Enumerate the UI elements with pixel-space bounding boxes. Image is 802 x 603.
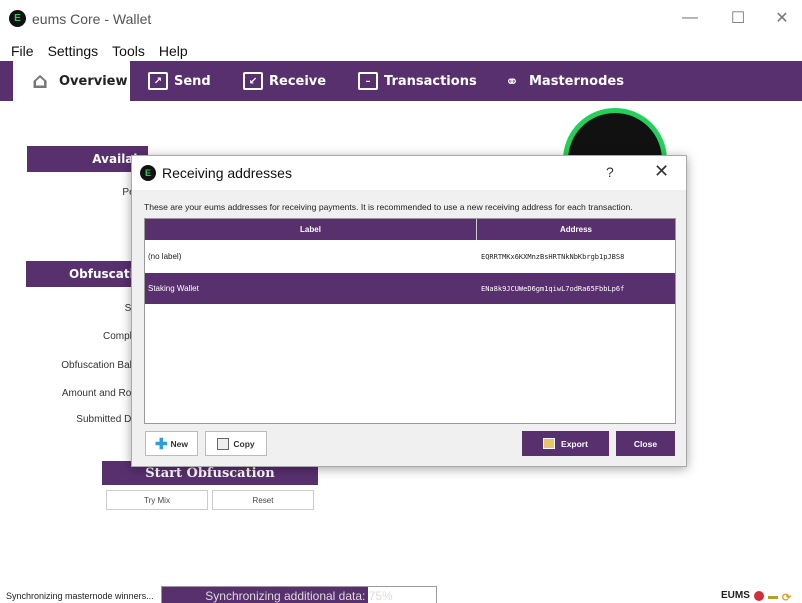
- try-mix-button[interactable]: Try Mix: [106, 490, 208, 510]
- plus-icon: ✚: [154, 435, 168, 453]
- copy-label: Copy: [233, 438, 255, 449]
- column-header-address[interactable]: Address: [477, 219, 675, 240]
- row-address: ENa8k9JCUWeD6gm1qiwL7odRa65FbbLp6f: [481, 284, 625, 293]
- dialog-title-bar: E Receiving addresses ? ✕: [132, 156, 686, 190]
- dialog-logo-icon: E: [140, 165, 156, 181]
- maximize-button[interactable]: ☐: [723, 6, 753, 30]
- progress-text: Synchronizing additional data: 75%: [205, 589, 393, 603]
- currency-unit[interactable]: EUMS: [721, 590, 750, 601]
- address-table: Label Address (no label) EQRRTMKx6KXMnzB…: [144, 218, 676, 424]
- dialog-description: These are your eums addresses for receiv…: [144, 202, 633, 212]
- window-title: eums Core - Wallet: [32, 11, 152, 27]
- connections-icon: [767, 593, 778, 599]
- home-icon: ⌂: [32, 68, 48, 94]
- dialog-title: Receiving addresses: [162, 165, 292, 181]
- export-icon: [543, 438, 556, 449]
- obfuscation-balance-label: Obfuscation Balanc: [61, 360, 148, 371]
- nav-bar: ⌂ Overview ↗ Send ↙ Receive – Transactio…: [0, 61, 802, 101]
- tab-send[interactable]: ↗ Send: [148, 61, 211, 101]
- receiving-addresses-dialog: E Receiving addresses ? ✕ These are your…: [131, 155, 687, 467]
- app-logo-icon: E: [9, 10, 26, 27]
- available-header: Availab: [27, 146, 148, 172]
- reset-button[interactable]: Reset: [212, 490, 314, 510]
- table-row[interactable]: (no label) EQRRTMKx6KXMnzBsHRTNkNbKbrgb1…: [145, 241, 675, 272]
- obfuscation-header: Obfuscatio: [26, 261, 148, 287]
- table-row-selected[interactable]: Staking Wallet ENa8k9JCUWeD6gm1qiwL7odRa…: [145, 273, 675, 304]
- menu-file[interactable]: File: [0, 41, 41, 61]
- menu-bar: File Settings Tools Help: [0, 41, 195, 61]
- amount-rounds-label: Amount and Round: [61, 388, 148, 399]
- sync-progress-bar: Synchronizing additional data: 75%: [161, 586, 437, 603]
- tab-receive-label: Receive: [269, 73, 327, 89]
- share-nodes-icon: ⚭: [505, 71, 519, 91]
- staking-status-icon: [753, 590, 764, 601]
- tab-send-label: Send: [174, 73, 211, 89]
- status-message: Synchronizing masternode winners...: [6, 591, 154, 601]
- dialog-close-icon[interactable]: ✕: [654, 161, 669, 182]
- send-icon: ↗: [148, 72, 168, 90]
- transactions-icon: –: [358, 72, 378, 90]
- title-bar: E eums Core - Wallet — ☐ ✕: [0, 0, 802, 40]
- help-button[interactable]: ?: [606, 164, 614, 180]
- table-header: Label Address: [145, 219, 675, 240]
- minimize-button[interactable]: —: [675, 6, 705, 30]
- copy-icon: [217, 437, 230, 450]
- close-window-button[interactable]: ✕: [767, 6, 797, 30]
- tab-transactions-label: Transactions: [384, 73, 477, 89]
- menu-help[interactable]: Help: [152, 41, 195, 61]
- tab-masternodes[interactable]: ⚭ Masternodes: [501, 61, 624, 101]
- new-address-button[interactable]: ✚ New: [145, 431, 198, 456]
- new-label: New: [170, 438, 189, 449]
- tab-receive[interactable]: ↙ Receive: [243, 61, 326, 101]
- dialog-body: These are your eums addresses for receiv…: [132, 190, 686, 466]
- receive-icon: ↙: [243, 72, 263, 90]
- tab-masternodes-label: Masternodes: [529, 73, 624, 89]
- export-button[interactable]: Export: [522, 431, 609, 456]
- copy-address-button[interactable]: Copy: [205, 431, 267, 456]
- column-header-label[interactable]: Label: [145, 219, 477, 240]
- menu-settings[interactable]: Settings: [41, 41, 106, 61]
- submitted-denoms-label: Submitted Deno: [76, 414, 148, 425]
- tab-overview-label: Overview: [59, 73, 128, 89]
- sync-icon: ⟳: [781, 591, 792, 603]
- export-label: Export: [561, 438, 588, 449]
- menu-tools[interactable]: Tools: [105, 41, 152, 61]
- row-label: (no label): [148, 252, 182, 261]
- status-indicators: EUMS ⟳: [721, 590, 792, 603]
- close-dialog-button[interactable]: Close: [616, 431, 675, 456]
- row-label: Staking Wallet: [148, 284, 199, 293]
- row-address: EQRRTMKx6KXMnzBsHRTNkNbKbrgb1pJBS8: [481, 252, 625, 261]
- tab-transactions[interactable]: – Transactions: [358, 61, 477, 101]
- tab-overview[interactable]: ⌂ Overview: [13, 61, 130, 101]
